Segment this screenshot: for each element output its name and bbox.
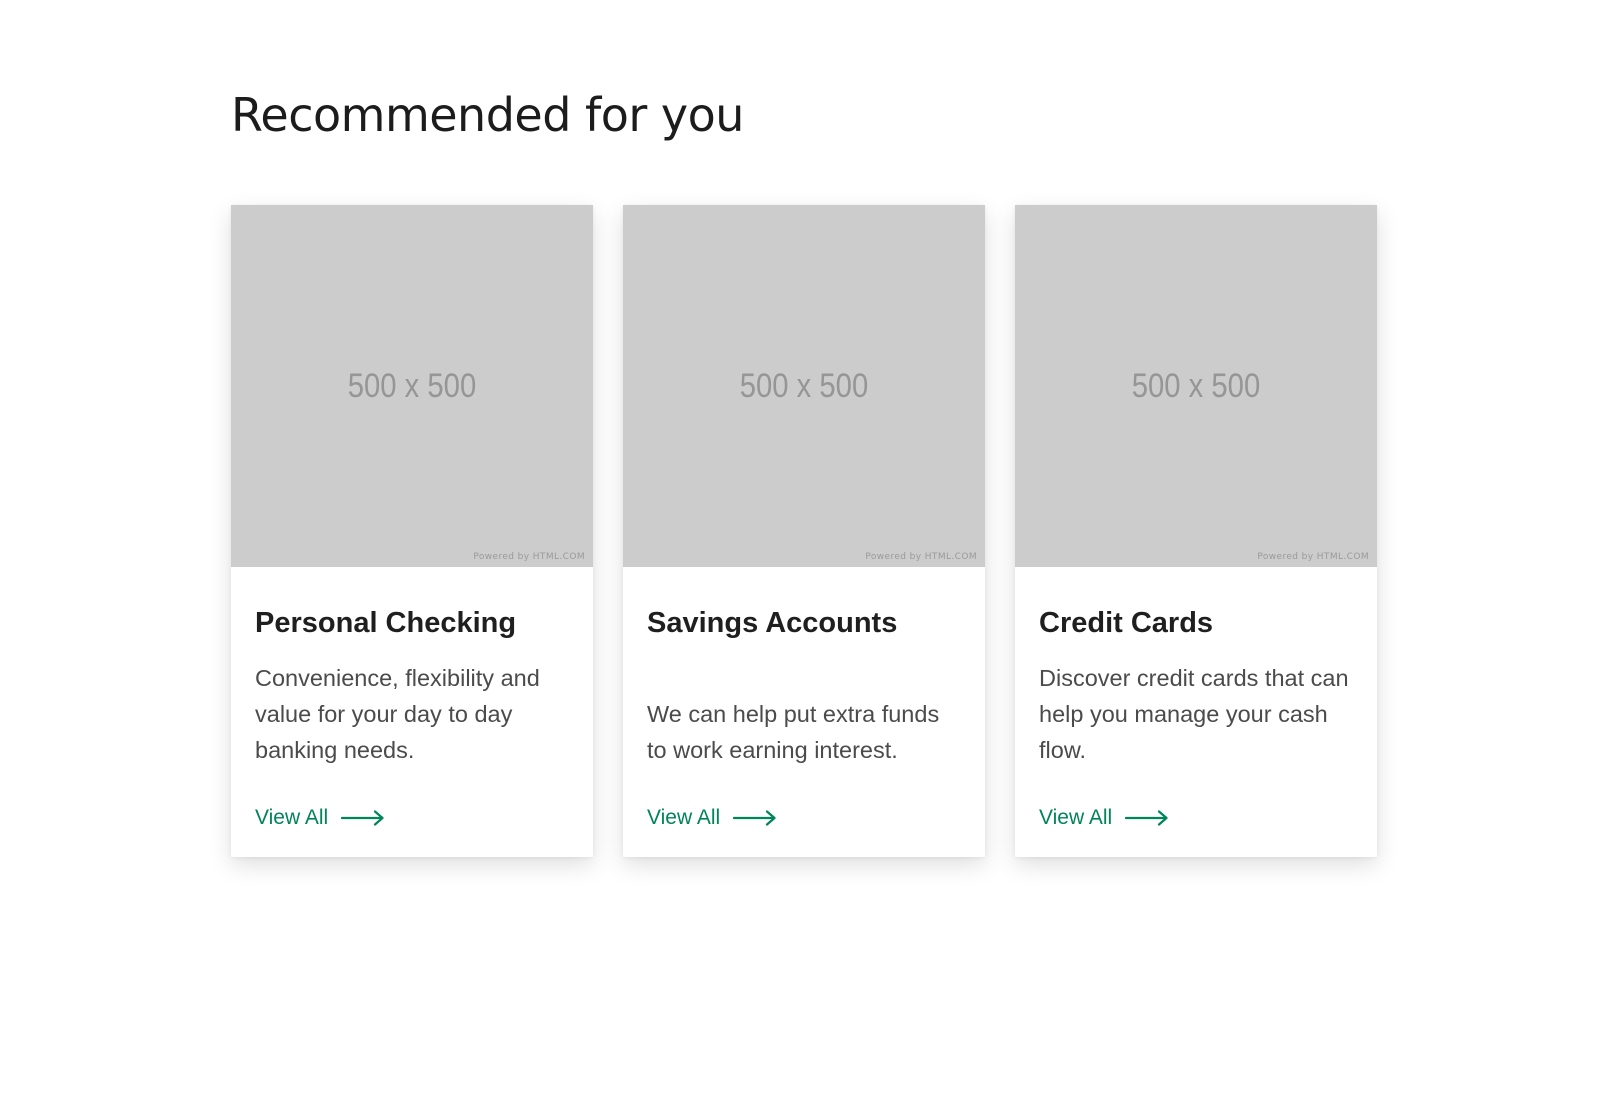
card-body: Savings Accounts We can help put extra f… bbox=[647, 567, 965, 857]
card-body: Personal Checking Convenience, flexibili… bbox=[255, 567, 573, 857]
card-list: 500 x 500 Powered by HTML.COM Personal C… bbox=[231, 205, 1377, 857]
card-description: We can help put extra funds to work earn… bbox=[647, 701, 940, 763]
view-all-label: View All bbox=[647, 806, 721, 829]
section-heading: Recommended for you bbox=[231, 88, 744, 142]
view-all-label: View All bbox=[1039, 806, 1113, 829]
view-all-link[interactable]: View All bbox=[255, 806, 385, 830]
card-image-placeholder: 500 x 500 Powered by HTML.COM bbox=[623, 205, 985, 567]
card-title: Credit Cards bbox=[1039, 607, 1214, 639]
product-card-personal-checking: 500 x 500 Powered by HTML.COM Personal C… bbox=[231, 205, 593, 857]
card-title: Personal Checking bbox=[255, 607, 517, 639]
product-card-savings-accounts: 500 x 500 Powered by HTML.COM Savings Ac… bbox=[623, 205, 985, 857]
placeholder-credit: Powered by HTML.COM bbox=[1257, 552, 1369, 562]
card-body: Credit Cards Discover credit cards that … bbox=[1039, 567, 1357, 857]
view-all-link[interactable]: View All bbox=[647, 806, 777, 830]
card-title: Savings Accounts bbox=[647, 607, 898, 639]
placeholder-size-label: 500 x 500 bbox=[739, 367, 869, 405]
arrow-right-icon bbox=[341, 810, 384, 826]
card-image-placeholder: 500 x 500 Powered by HTML.COM bbox=[1015, 205, 1377, 567]
card-image-placeholder: 500 x 500 Powered by HTML.COM bbox=[231, 205, 593, 567]
product-card-credit-cards: 500 x 500 Powered by HTML.COM Credit Car… bbox=[1015, 205, 1377, 857]
card-description: Convenience, flexibility and value for y… bbox=[255, 665, 540, 763]
arrow-right-icon bbox=[733, 810, 776, 826]
placeholder-credit: Powered by HTML.COM bbox=[473, 552, 585, 562]
placeholder-credit: Powered by HTML.COM bbox=[865, 552, 977, 562]
view-all-link[interactable]: View All bbox=[1039, 806, 1169, 830]
card-description: Discover credit cards that can help you … bbox=[1039, 665, 1349, 763]
placeholder-size-label: 500 x 500 bbox=[1131, 367, 1261, 405]
arrow-right-icon bbox=[1125, 810, 1168, 826]
view-all-label: View All bbox=[255, 806, 329, 829]
placeholder-size-label: 500 x 500 bbox=[347, 367, 477, 405]
